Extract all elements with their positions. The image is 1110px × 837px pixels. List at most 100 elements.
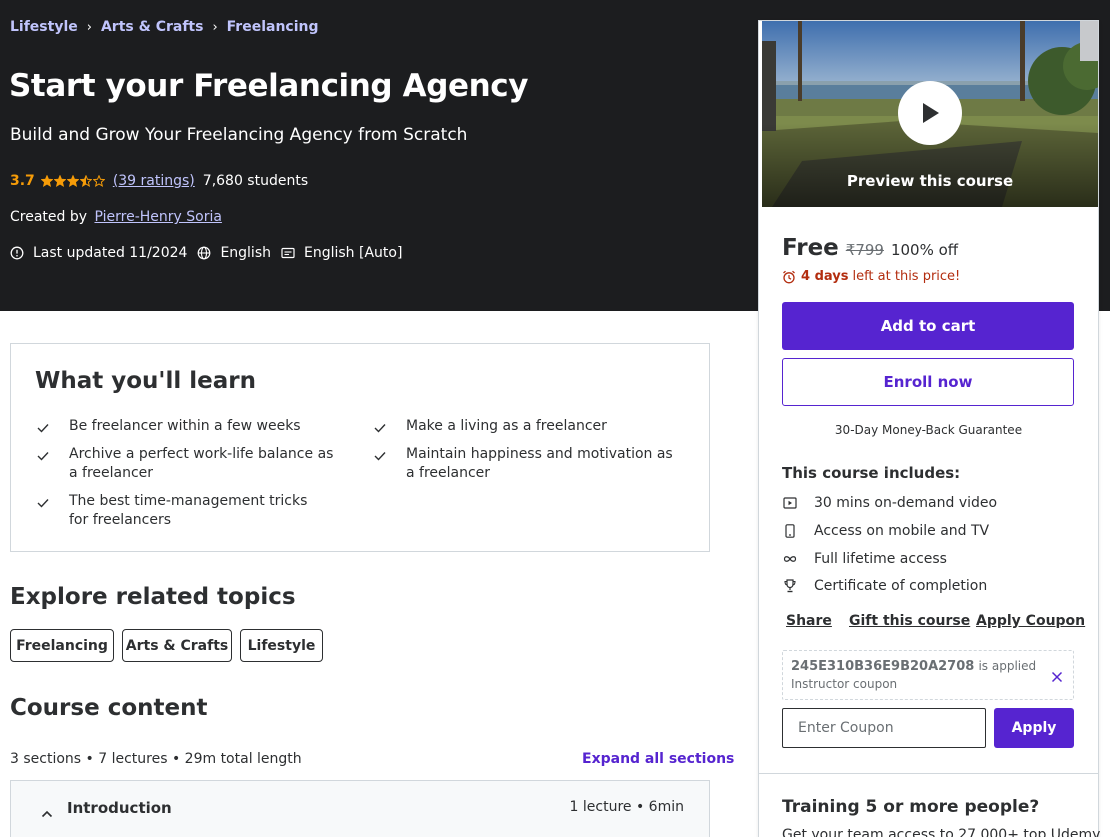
learn-title: What you'll learn xyxy=(35,368,256,394)
coupon-input[interactable] xyxy=(782,708,986,748)
price-timer: 4 days left at this price! xyxy=(782,269,960,284)
include-item-text: Certificate of completion xyxy=(814,578,988,594)
trophy-icon xyxy=(783,579,797,593)
include-item: Certificate of completion xyxy=(783,578,987,594)
learn-item-text: Maintain happiness and motivation as a f… xyxy=(406,446,673,481)
topic-arts-crafts[interactable]: Arts & Crafts xyxy=(122,629,232,662)
price-original: ₹799 xyxy=(845,241,884,259)
breadcrumb-freelancing[interactable]: Freelancing xyxy=(227,19,319,35)
close-icon[interactable] xyxy=(1051,668,1063,687)
chevron-right-icon: › xyxy=(212,19,218,35)
price-current: Free xyxy=(782,235,839,261)
course-page: Lifestyle › Arts & Crafts › Freelancing … xyxy=(0,0,1110,837)
course-meta: Last updated 11/2024 English English [Au… xyxy=(10,245,412,261)
check-icon xyxy=(37,417,51,439)
mobile-icon xyxy=(783,524,797,538)
infinity-icon xyxy=(783,555,797,563)
section-meta: 1 lecture • 6min xyxy=(569,799,684,815)
captions: English [Auto] xyxy=(281,245,402,261)
star-empty-icon xyxy=(92,175,105,187)
learn-item: Archive a perfect work-life balance as a… xyxy=(37,445,337,483)
chevron-up-icon xyxy=(41,803,53,822)
include-item: 30 mins on-demand video xyxy=(783,495,997,511)
video-icon xyxy=(783,497,797,509)
training-subtitle: Get your team access to 27,000+ top Udem… xyxy=(782,827,1101,837)
learn-item-text: The best time-management tricks for free… xyxy=(69,493,308,528)
breadcrumb-arts-crafts[interactable]: Arts & Crafts xyxy=(101,19,203,35)
check-icon xyxy=(374,417,388,439)
share-button[interactable]: Share xyxy=(786,613,832,629)
timer-days: 4 days xyxy=(801,269,849,284)
applied-coupon: 245E310B36E9B20A2708 is applied Instruct… xyxy=(782,650,1074,700)
play-icon xyxy=(923,103,939,123)
price-row: Free ₹799 100% off xyxy=(782,235,958,261)
rating-value: 3.7 xyxy=(10,173,35,189)
learn-item-text: Make a living as a freelancer xyxy=(406,418,607,434)
money-back-guarantee: 30-Day Money-Back Guarantee xyxy=(834,423,1023,437)
topic-lifestyle[interactable]: Lifestyle xyxy=(240,629,323,662)
price-discount: 100% off xyxy=(890,241,959,259)
star-full-icon xyxy=(40,175,53,187)
apply-coupon-button[interactable]: Apply xyxy=(994,708,1074,748)
learn-item: The best time-management tricks for free… xyxy=(37,492,317,530)
learn-item-text: Archive a perfect work-life balance as a… xyxy=(69,446,334,481)
purchase-sidebar: Preview this course Free ₹799 100% off 4… xyxy=(758,20,1101,837)
section-introduction[interactable]: Introduction 1 lecture • 6min xyxy=(10,780,710,837)
include-item-text: 30 mins on-demand video xyxy=(814,495,998,511)
chevron-right-icon: › xyxy=(86,19,92,35)
include-item: Access on mobile and TV xyxy=(783,523,989,539)
expand-all-button[interactable]: Expand all sections xyxy=(582,751,734,767)
rating-row: 3.7 (39 ratings) 7,680 students xyxy=(10,173,308,189)
rating-stars xyxy=(40,175,105,187)
coupon-applied-text: is applied xyxy=(978,659,1037,673)
gift-course-button[interactable]: Gift this course xyxy=(849,613,970,629)
learn-item: Make a living as a freelancer xyxy=(374,417,674,439)
alert-clock-icon xyxy=(10,246,24,260)
include-item-text: Full lifetime access xyxy=(814,551,947,567)
coupon-code-line: 245E310B36E9B20A2708 is applied xyxy=(791,659,1036,674)
learn-item: Be freelancer within a few weeks xyxy=(37,417,337,439)
created-by-label: Created by xyxy=(10,209,88,225)
language-text: English xyxy=(220,245,271,261)
globe-icon xyxy=(198,246,211,260)
captions-text: English [Auto] xyxy=(304,245,403,261)
include-item-text: Access on mobile and TV xyxy=(814,523,990,539)
ratings-count-link[interactable]: (39 ratings) xyxy=(113,173,195,189)
author-link[interactable]: Pierre-Henry Soria xyxy=(94,209,221,225)
captions-icon xyxy=(281,247,295,259)
course-title: Start your Freelancing Agency xyxy=(9,68,529,104)
learn-item: Maintain happiness and motivation as a f… xyxy=(374,445,674,483)
last-updated-text: Last updated 11/2024 xyxy=(33,245,188,261)
created-by: Created by Pierre-Henry Soria xyxy=(10,209,222,225)
apply-coupon-link[interactable]: Apply Coupon xyxy=(976,613,1085,629)
last-updated: Last updated 11/2024 xyxy=(10,245,187,261)
coupon-type: Instructor coupon xyxy=(791,677,898,691)
star-half-icon xyxy=(79,175,92,187)
include-item: Full lifetime access xyxy=(783,551,947,567)
star-full-icon xyxy=(53,175,66,187)
coupon-code: 245E310B36E9B20A2708 xyxy=(791,659,975,674)
play-button[interactable] xyxy=(898,81,962,145)
course-content-title: Course content xyxy=(10,695,208,721)
what-you-will-learn: What you'll learn Be freelancer within a… xyxy=(10,343,710,552)
course-subtitle: Build and Grow Your Freelancing Agency f… xyxy=(10,125,468,145)
students-count: 7,680 students xyxy=(202,173,309,189)
check-icon xyxy=(374,445,388,483)
language: English xyxy=(197,245,271,261)
preview-label: Preview this course xyxy=(846,172,1014,190)
star-full-icon xyxy=(66,175,79,187)
enroll-now-button[interactable]: Enroll now xyxy=(782,358,1074,406)
course-content-summary: 3 sections • 7 lectures • 29m total leng… xyxy=(10,751,302,767)
topic-freelancing[interactable]: Freelancing xyxy=(10,629,114,662)
check-icon xyxy=(37,492,51,530)
includes-title: This course includes: xyxy=(782,464,961,482)
divider xyxy=(759,773,1098,774)
timer-text: left at this price! xyxy=(852,269,961,284)
breadcrumb-lifestyle[interactable]: Lifestyle xyxy=(10,19,78,35)
breadcrumb: Lifestyle › Arts & Crafts › Freelancing xyxy=(10,19,319,35)
add-to-cart-button[interactable]: Add to cart xyxy=(782,302,1074,350)
learn-item-text: Be freelancer within a few weeks xyxy=(69,418,301,434)
section-title: Introduction xyxy=(67,799,172,817)
course-preview[interactable]: Preview this course xyxy=(762,21,1098,207)
training-title: Training 5 or more people? xyxy=(782,797,1040,817)
